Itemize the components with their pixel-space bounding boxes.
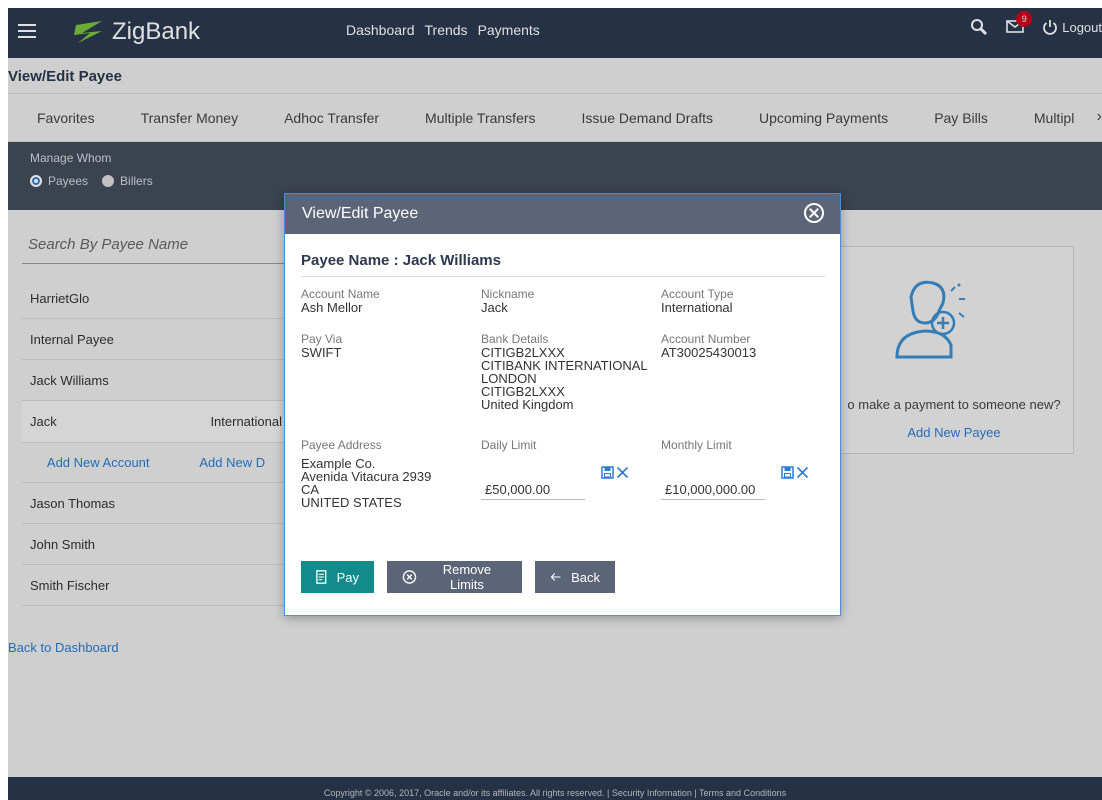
account-number-value: AT30025430013 [661,345,757,360]
daily-limit-input[interactable] [481,480,585,500]
modal-title: View/Edit Payee [302,205,419,222]
view-edit-payee-modal: View/Edit Payee Payee Name : Jack Willia… [284,193,841,616]
bank-details-line: United Kingdom [481,397,574,412]
monthly-limit-field: Monthly Limit [661,439,732,452]
monthly-limit-actions [781,466,809,479]
remove-limits-button[interactable]: Remove Limits [387,561,522,593]
cancel-icon[interactable] [796,466,809,479]
receipt-icon [316,570,327,584]
nickname-field: Nickname Jack [481,288,534,315]
back-label: Back [571,569,600,585]
pay-label: Pay [336,569,359,585]
close-icon[interactable] [804,203,824,223]
account-number-field: Account Number AT30025430013 [661,333,757,360]
divider [301,276,825,277]
remove-limits-label: Remove Limits [442,562,492,592]
pay-via-value: SWIFT [301,345,342,360]
account-name-field: Account Name Ash Mellor [301,288,380,315]
arrow-left-icon [550,573,561,581]
payee-address-line: Avenida Vitacura 2939 [301,469,432,484]
circle-x-icon [402,570,417,584]
back-button[interactable]: Back [535,561,615,593]
monthly-limit-input[interactable] [661,480,765,500]
daily-limit-actions [601,466,629,479]
payee-name-heading: Payee Name : Jack Williams [301,252,501,269]
account-type-field: Account Type International [661,288,734,315]
save-icon[interactable] [601,466,614,479]
daily-limit-label: Daily Limit [481,438,537,452]
pay-button[interactable]: Pay [301,561,374,593]
payee-address-line: UNITED STATES [301,495,402,510]
pay-via-field: Pay Via SWIFT [301,333,342,360]
save-icon[interactable] [781,466,794,479]
cancel-icon[interactable] [616,466,629,479]
payee-address-label: Payee Address [301,438,382,452]
payee-address-field: Payee Address Example Co. Avenida Vitacu… [301,438,432,510]
bank-details-field: Bank Details CITIGB2LXXX CITIBANK INTERN… [481,333,648,412]
nickname-value: Jack [481,300,508,315]
modal-header: View/Edit Payee [285,194,840,234]
monthly-limit-label: Monthly Limit [661,438,732,452]
daily-limit-field: Daily Limit [481,439,536,452]
account-name-value: Ash Mellor [301,300,363,315]
account-type-value: International [661,300,733,315]
